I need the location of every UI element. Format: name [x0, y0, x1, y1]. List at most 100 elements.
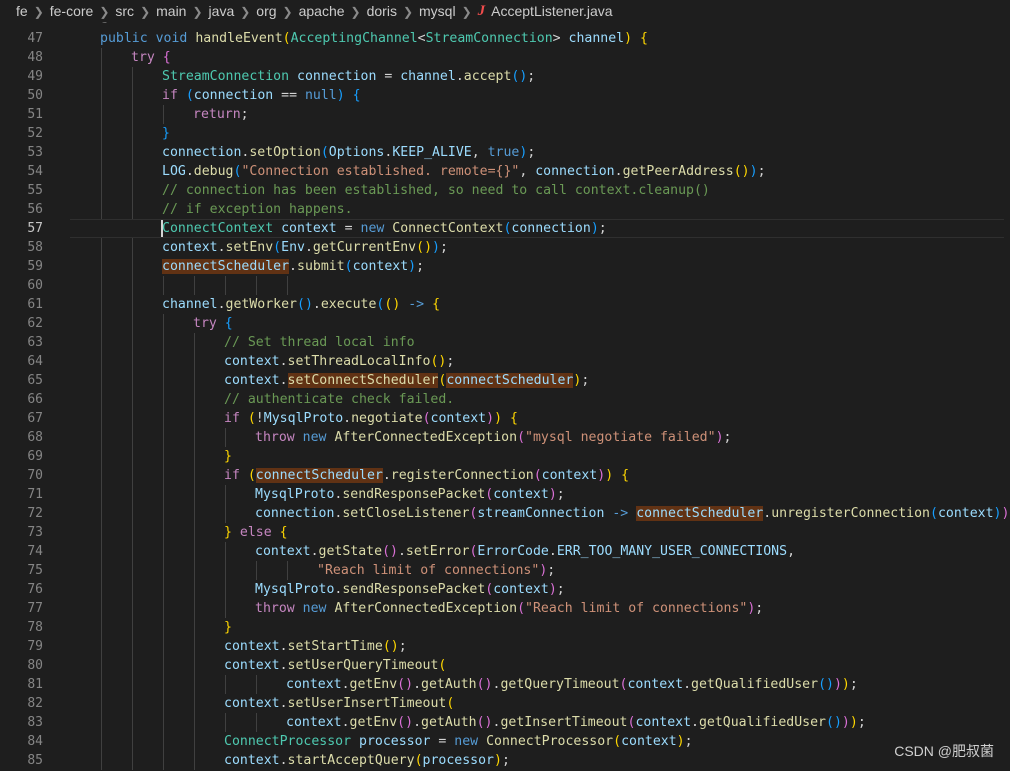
breadcrumb-item[interactable]: main — [156, 3, 186, 19]
code-line[interactable]: 49 StreamConnection connection = channel.… — [0, 67, 1010, 86]
code-line[interactable]: 67 if (!MysqlProto.negotiate(context)) { — [0, 409, 1010, 428]
code-token: context — [224, 753, 280, 768]
breadcrumb-item[interactable]: java — [209, 3, 235, 19]
code-text: context.setThreadLocalInfo(); — [224, 352, 454, 371]
code-token: setOption — [249, 145, 321, 160]
code-token: } — [224, 525, 232, 540]
code-line[interactable]: 48 try { — [0, 48, 1010, 67]
code-line[interactable]: 78} — [0, 618, 1010, 637]
code-text: } — [224, 618, 232, 637]
code-line[interactable]: 74 context.getState().setError(ErrorCode.… — [0, 542, 1010, 561]
code-text: try { — [193, 314, 233, 333]
code-token: () — [384, 297, 401, 312]
code-line[interactable]: 76 MysqlProto.sendResponsePacket(context)… — [0, 580, 1010, 599]
code-token: setConnectScheduler — [287, 373, 439, 388]
code-line[interactable]: 79 context.setStartTime(); — [0, 637, 1010, 656]
code-token: ; — [446, 354, 455, 369]
code-line[interactable]: 53 connection.setOption(Options.KEEP_ALIV… — [0, 143, 1010, 162]
code-token: setStartTime — [287, 639, 383, 654]
code-token: = — [336, 221, 361, 236]
code-token: ; — [849, 677, 858, 692]
code-line[interactable]: 54 LOG.debug("Connection established. rem… — [0, 162, 1010, 181]
code-line[interactable]: 85 context.startAcceptQuery(processor); — [0, 751, 1010, 770]
code-token: ) — [432, 240, 440, 255]
code-token: "Connection established. remote={}" — [241, 164, 520, 179]
code-line[interactable]: 84 ConnectProcessor processor = new Conne… — [0, 732, 1010, 751]
code-token: } — [224, 449, 232, 464]
code-line[interactable]: 82 context.setUserInsertTimeout( — [0, 694, 1010, 713]
code-line[interactable]: 68 throw new AfterConnectedException("mys… — [0, 428, 1010, 447]
code-line[interactable]: 66 // authenticate check failed. — [0, 390, 1010, 409]
code-token: { — [224, 316, 233, 331]
breadcrumb-item[interactable]: doris — [367, 3, 397, 19]
code-token: context — [627, 677, 684, 692]
code-token: getAuth — [421, 715, 477, 730]
code-line[interactable]: 60 — [0, 276, 1010, 295]
code-line[interactable]: 62 try { — [0, 314, 1010, 333]
code-line[interactable]: 63 // Set thread local info — [0, 333, 1010, 352]
code-token: ; — [240, 107, 249, 122]
code-token: if — [162, 88, 178, 103]
code-line[interactable]: 61 channel.getWorker().execute(() -> { — [0, 295, 1010, 314]
line-number: 73 — [27, 525, 43, 540]
code-text: public void handleEvent(AcceptingChannel… — [100, 29, 648, 48]
code-token: negotiate — [351, 411, 423, 426]
code-token: setUserInsertTimeout — [287, 696, 447, 711]
code-token: context — [224, 639, 280, 654]
code-line[interactable]: 58 context.setEnv(Env.getCurrentEnv()); — [0, 238, 1010, 257]
code-line[interactable]: 69} — [0, 447, 1010, 466]
code-token: return — [193, 107, 241, 122]
code-line[interactable]: 64 context.setThreadLocalInfo(); — [0, 352, 1010, 371]
code-token: context — [621, 734, 677, 749]
code-line[interactable]: 50 if (connection == null) { — [0, 86, 1010, 105]
code-line[interactable]: 56 // if exception happens. — [0, 200, 1010, 219]
breadcrumb-item[interactable]: fe-core — [50, 3, 94, 19]
code-token: StreamConnection — [162, 69, 290, 84]
code-token: sendResponsePacket — [342, 582, 486, 597]
code-line[interactable]: 81 context.getEnv().getAuth().getQueryTim… — [0, 675, 1010, 694]
code-text: channel.getWorker().execute(() -> { — [162, 295, 440, 314]
line-number: 67 — [27, 411, 43, 426]
code-editor[interactable]: 47 public void handleEvent(AcceptingChann… — [0, 29, 1010, 770]
code-line[interactable]: 51 return; — [0, 105, 1010, 124]
code-token: new — [454, 734, 479, 749]
code-line[interactable]: 57 ConnectContext context = new ConnectCo… — [0, 219, 1010, 238]
code-line[interactable]: 73} else { — [0, 523, 1010, 542]
code-line[interactable]: 59 connectScheduler.submit(context); — [0, 257, 1010, 276]
code-text: context.setConnectScheduler(connectSched… — [224, 371, 589, 390]
code-token: processor — [359, 734, 431, 749]
breadcrumb-item[interactable]: fe — [16, 3, 28, 19]
breadcrumb-item[interactable]: src — [115, 3, 134, 19]
code-token: { — [162, 50, 171, 65]
code-line[interactable]: 70 if (connectScheduler.registerConnectio… — [0, 466, 1010, 485]
line-number: 54 — [27, 164, 43, 179]
code-token: StreamConnection — [425, 31, 553, 46]
code-line[interactable]: 52} — [0, 124, 1010, 143]
code-token: context — [937, 506, 994, 521]
breadcrumb-item[interactable]: org — [256, 3, 276, 19]
java-file-icon: J — [477, 2, 486, 19]
code-token: context — [255, 544, 311, 559]
line-number: 81 — [27, 677, 43, 692]
breadcrumb-file-name[interactable]: AcceptListener.java — [491, 3, 612, 19]
code-line[interactable]: 80 context.setUserQueryTimeout( — [0, 656, 1010, 675]
line-number: 65 — [27, 373, 43, 388]
code-token: } — [224, 620, 232, 635]
code-line[interactable]: 72 connection. setCloseListener (streamConn… — [0, 504, 1010, 523]
code-line[interactable]: 77 throw new AfterConnectedException("Rea… — [0, 599, 1010, 618]
breadcrumb-item[interactable]: apache — [299, 3, 345, 19]
code-line[interactable]: 83 context.getEnv().getAuth().getInsertTi… — [0, 713, 1010, 732]
code-line[interactable]: 47 public void handleEvent(AcceptingChann… — [0, 29, 1010, 48]
code-token: execute — [320, 297, 377, 312]
code-line[interactable]: 55 // connection has been established, so… — [0, 181, 1010, 200]
breadcrumb-item[interactable]: mysql — [419, 3, 456, 19]
code-token: getQualifiedUser — [698, 715, 827, 730]
code-text: context.setStartTime(); — [224, 637, 407, 656]
code-line[interactable]: 71 MysqlProto.sendResponsePacket(context)… — [0, 485, 1010, 504]
code-line[interactable]: 65 context.setConnectScheduler(connectSch… — [0, 371, 1010, 390]
code-token: new — [302, 430, 327, 445]
code-token: "Reach limit of connections" — [317, 563, 540, 578]
code-line[interactable]: 75 "Reach limit of connections"); — [0, 561, 1010, 580]
